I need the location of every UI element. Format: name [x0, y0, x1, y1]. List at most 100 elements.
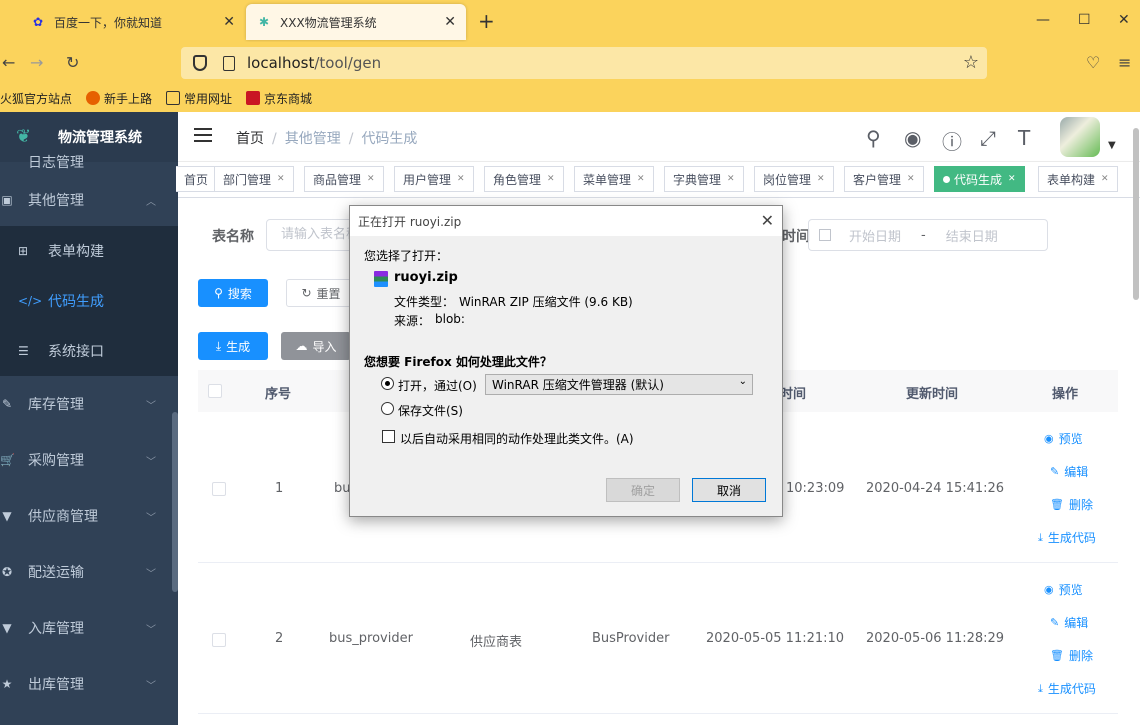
tag-role[interactable]: 角色管理 ✕: [484, 166, 564, 192]
sidebar-item-code-gen[interactable]: </> 代码生成: [0, 276, 178, 326]
tag-form-build[interactable]: 表单构建 ✕: [1038, 166, 1118, 192]
minimize-icon[interactable]: —: [1036, 12, 1050, 28]
shield-icon[interactable]: [193, 55, 207, 71]
tag-dict[interactable]: 字典管理 ✕: [664, 166, 744, 192]
close-tab-icon[interactable]: ✕: [444, 14, 456, 30]
reload-icon[interactable]: ↻: [66, 53, 79, 72]
edit-link[interactable]: ✎ 编辑: [1038, 455, 1096, 488]
page-icon[interactable]: [223, 55, 235, 71]
tag-user[interactable]: 用户管理 ✕: [394, 166, 474, 192]
delete-link[interactable]: 🗑 删除: [1038, 488, 1096, 521]
sidebar-item-inventory[interactable]: ✎ 库存管理 ﹀: [0, 376, 178, 432]
sidebar-item-outbound[interactable]: ★ 出库管理 ﹀: [0, 656, 178, 712]
sidebar-item-supplier[interactable]: ▼ 供应商管理 ﹀: [0, 488, 178, 544]
close-icon[interactable]: ✕: [1101, 174, 1109, 184]
date-range-picker[interactable]: 开始日期 - 结束日期: [808, 219, 1048, 251]
tag-customer[interactable]: 客户管理 ✕: [844, 166, 924, 192]
sidebar-item-sys-api[interactable]: ☰ 系统接口: [0, 326, 178, 376]
start-date-input[interactable]: 开始日期: [849, 226, 901, 245]
bookmark-getting-started[interactable]: 新手上路: [86, 90, 152, 107]
chevron-down-icon: ﹀: [146, 456, 156, 468]
close-icon[interactable]: ✕: [761, 211, 774, 230]
tag-goods[interactable]: 商品管理 ✕: [304, 166, 384, 192]
close-icon[interactable]: ✕: [277, 174, 285, 184]
close-icon[interactable]: ✕: [457, 174, 465, 184]
hamburger-icon[interactable]: [194, 128, 212, 144]
close-icon[interactable]: ✕: [367, 174, 375, 184]
breadcrumb-home[interactable]: 首页: [236, 131, 264, 147]
bookmark-firefox-site[interactable]: 火狐官方站点: [0, 90, 72, 107]
app-select[interactable]: WinRAR 压缩文件管理器 (默认) ⌄: [485, 374, 753, 395]
search-icon[interactable]: ⚲: [866, 126, 881, 150]
edit-icon: ✎: [1050, 616, 1060, 629]
close-window-icon[interactable]: ✕: [1118, 12, 1130, 28]
open-with-radio[interactable]: [381, 377, 394, 390]
row-checkbox[interactable]: [212, 482, 226, 496]
pocket-icon[interactable]: ♡: [1086, 53, 1100, 72]
fullscreen-icon[interactable]: ⤢: [980, 126, 996, 150]
cell-create-time: 2020-05-05 11:21:10: [706, 631, 845, 646]
file-type-value: WinRAR ZIP 压缩文件 (9.6 KB): [459, 295, 633, 309]
sidebar-item-partial[interactable]: 日志管理: [0, 150, 178, 174]
page-scrollbar[interactable]: [1133, 128, 1139, 300]
sidebar: ❦ 物流管理系统 日志管理 ▣ 其他管理 ︿ ⊞ 表单构建 </> 代码生成 ☰…: [0, 112, 178, 725]
tag-home[interactable]: 首页: [176, 166, 218, 192]
bookmark-jd[interactable]: 京东商城: [246, 90, 312, 107]
reset-button[interactable]: ↻ 重置: [286, 279, 356, 307]
save-file-label[interactable]: 保存文件(S): [398, 402, 463, 419]
cell-table-comment: 供应商表: [470, 635, 523, 650]
jd-icon: [246, 91, 261, 105]
auto-action-checkbox[interactable]: [382, 430, 395, 443]
preview-link[interactable]: ◉ 预览: [1038, 573, 1096, 606]
auto-action-label[interactable]: 以后自动采用相同的动作处理此类文件。(A): [400, 430, 634, 447]
ok-button[interactable]: 确定: [606, 478, 680, 502]
avatar[interactable]: [1060, 117, 1100, 157]
preview-link[interactable]: ◉ 预览: [1038, 422, 1096, 455]
url-bar[interactable]: localhost/tool/gen ☆: [181, 47, 987, 79]
url-text[interactable]: localhost/tool/gen: [247, 54, 381, 72]
tag-dept[interactable]: 部门管理 ✕: [214, 166, 294, 192]
search-button[interactable]: ⚲ 搜索: [198, 279, 268, 307]
new-tab-icon[interactable]: +: [478, 9, 495, 33]
close-icon[interactable]: ✕: [637, 174, 645, 184]
tag-menu[interactable]: 菜单管理 ✕: [574, 166, 654, 192]
sidebar-item-label: 出库管理: [28, 677, 84, 693]
sidebar-item-form-build[interactable]: ⊞ 表单构建: [0, 226, 178, 276]
sidebar-item-delivery[interactable]: ✪ 配送运输 ﹀: [0, 544, 178, 600]
browser-tab-baidu[interactable]: ✿ 百度一下，你就知道 ✕: [20, 4, 245, 40]
select-all-checkbox[interactable]: [208, 384, 222, 398]
gen-code-link[interactable]: ⤓ 生成代码: [1038, 672, 1096, 705]
question-icon[interactable]: ⓘ: [942, 126, 962, 155]
edit-link[interactable]: ✎ 编辑: [1038, 606, 1096, 639]
back-icon[interactable]: ←: [2, 53, 15, 72]
close-icon[interactable]: ✕: [817, 174, 825, 184]
close-icon[interactable]: ✕: [1008, 174, 1016, 184]
sidebar-item-inbound[interactable]: ▼ 入库管理 ﹀: [0, 600, 178, 656]
browser-tab-active[interactable]: ✱ XXX物流管理系统 ✕: [246, 4, 466, 40]
github-icon[interactable]: ◉: [904, 126, 921, 150]
bookmark-star-icon[interactable]: ☆: [963, 52, 979, 73]
delete-link[interactable]: 🗑 删除: [1038, 639, 1096, 672]
menu-icon[interactable]: ≡: [1118, 53, 1131, 72]
end-date-input[interactable]: 结束日期: [946, 226, 998, 245]
close-tab-icon[interactable]: ✕: [223, 14, 235, 30]
tag-code-gen[interactable]: 代码生成 ✕: [934, 166, 1025, 192]
sidebar-item-purchase[interactable]: 🛒 采购管理 ﹀: [0, 432, 178, 488]
bookmark-common-sites[interactable]: 常用网址: [166, 90, 232, 107]
generate-button[interactable]: ⤓ 生成: [198, 332, 268, 360]
font-size-icon[interactable]: T: [1018, 126, 1030, 150]
maximize-icon[interactable]: ☐: [1078, 12, 1091, 28]
sidebar-group-other[interactable]: ▣ 其他管理 ︿: [0, 174, 178, 226]
close-icon[interactable]: ✕: [547, 174, 555, 184]
cancel-button[interactable]: 取消: [692, 478, 766, 502]
row-checkbox[interactable]: [212, 633, 226, 647]
save-file-radio[interactable]: [381, 402, 394, 415]
close-icon[interactable]: ✕: [727, 174, 735, 184]
tag-post[interactable]: 岗位管理 ✕: [754, 166, 834, 192]
open-with-label[interactable]: 打开，通过(O): [398, 377, 477, 394]
import-button[interactable]: ☁ 导入: [281, 332, 351, 360]
forward-icon[interactable]: →: [30, 53, 43, 72]
gen-code-link[interactable]: ⤓ 生成代码: [1038, 521, 1096, 554]
close-icon[interactable]: ✕: [907, 174, 915, 184]
caret-down-icon[interactable]: ▼: [1108, 140, 1116, 151]
